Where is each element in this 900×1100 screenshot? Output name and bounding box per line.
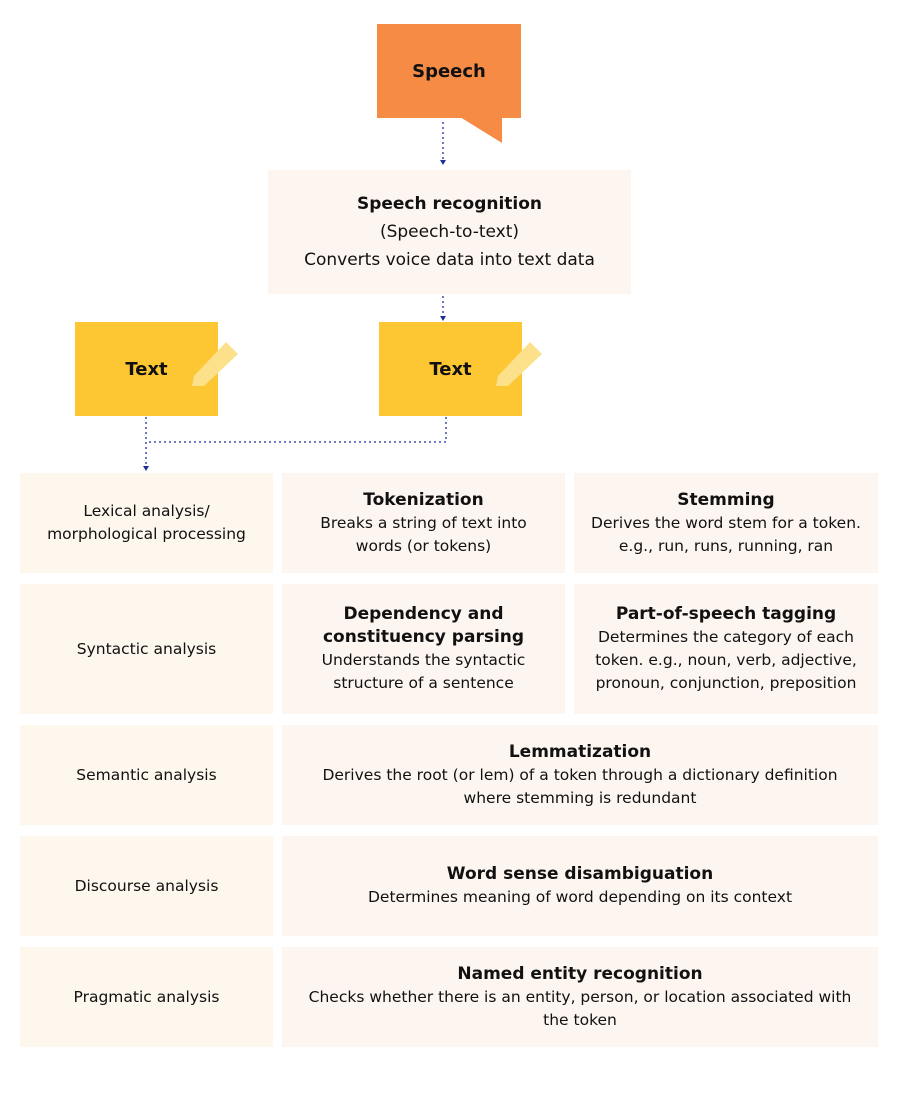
- task-lemmatization: Lemmatization Derives the root (or lem) …: [282, 725, 878, 825]
- task-description: Derives the root (or lem) of a token thr…: [322, 765, 838, 807]
- task-title: Tokenization: [363, 489, 484, 510]
- task-description: Determines meaning of word depending on …: [367, 888, 793, 906]
- stage-label: morphological processing: [47, 525, 246, 543]
- speech-label: Speech: [412, 60, 486, 82]
- connector-text-to-analysis: [146, 417, 447, 443]
- stage-label: Pragmatic analysis: [73, 987, 220, 1006]
- stage-discourse-analysis: Discourse analysis: [20, 836, 273, 936]
- task-description: Derives the word stem for a token. e.g.,…: [591, 513, 861, 555]
- stage-label: Discourse analysis: [74, 876, 219, 895]
- pencil-icon: [192, 342, 238, 386]
- speech-bubble: Speech: [377, 24, 521, 118]
- task-tokenization: Tokenization Breaks a string of text int…: [282, 473, 565, 573]
- task-stemming: Stemming Derives the word stem for a tok…: [574, 473, 878, 573]
- arrowhead-icon: [440, 316, 446, 321]
- stage-label: Semantic analysis: [76, 765, 217, 784]
- task-title: Word sense disambiguation: [446, 864, 714, 884]
- task-title: Lemmatization: [508, 741, 652, 762]
- task-description: Determines the category of each token. e…: [595, 628, 857, 692]
- task-dependency-parsing: Dependency and constituency parsing Unde…: [282, 584, 565, 714]
- speech-recognition-subtitle: (Speech-to-text): [379, 222, 520, 242]
- text-note-label: Text: [429, 358, 472, 380]
- pencil-icon: [496, 342, 542, 386]
- speech-recognition-title: Speech recognition: [356, 194, 543, 214]
- stage-lexical-analysis: Lexical analysis/ morphological processi…: [20, 473, 273, 573]
- task-description: Checks whether there is an entity, perso…: [308, 987, 852, 1029]
- task-named-entity-recognition: Named entity recognition Checks whether …: [282, 947, 878, 1047]
- stage-syntactic-analysis: Syntactic analysis: [20, 584, 273, 714]
- stage-pragmatic-analysis: Pragmatic analysis: [20, 947, 273, 1047]
- speech-recognition-box: Speech recognition (Speech-to-text) Conv…: [268, 170, 631, 294]
- task-word-sense-disambiguation: Word sense disambiguation Determines mea…: [282, 836, 878, 936]
- speech-bubble-tail-icon: [460, 117, 502, 143]
- task-description: Breaks a string of text into words (or t…: [320, 513, 527, 555]
- text-note-label: Text: [125, 358, 168, 380]
- speech-recognition-description: Converts voice data into text data: [304, 250, 595, 270]
- task-title: Stemming: [677, 489, 775, 510]
- arrowhead-icon: [143, 466, 149, 471]
- task-description: Understands the syntactic structure of a…: [321, 651, 526, 692]
- task-pos-tagging: Part-of-speech tagging Determines the ca…: [574, 584, 878, 714]
- stage-semantic-analysis: Semantic analysis: [20, 725, 273, 825]
- stage-label: Lexical analysis/: [83, 502, 210, 520]
- task-title: Part-of-speech tagging: [615, 604, 837, 624]
- arrowhead-icon: [440, 160, 446, 165]
- task-title: Dependency and constituency parsing: [322, 604, 525, 647]
- stage-label: Syntactic analysis: [76, 639, 217, 658]
- task-title: Named entity recognition: [457, 963, 703, 984]
